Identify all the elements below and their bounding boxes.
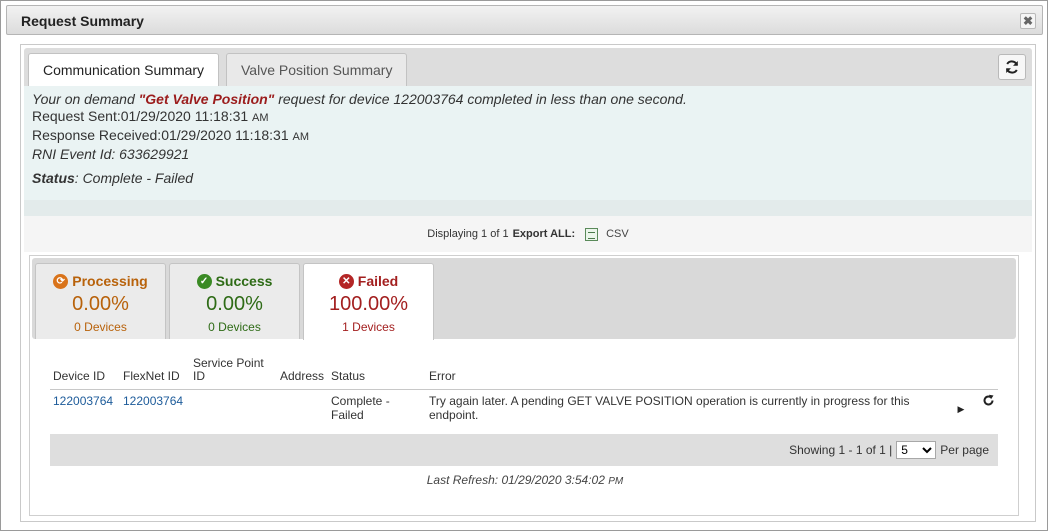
request-intro: Your on demand "Get Valve Position" requ… xyxy=(32,91,1024,108)
failed-label-row: ✕ Failed xyxy=(304,273,433,289)
csv-file-icon[interactable] xyxy=(585,227,599,241)
column-header-expand xyxy=(944,354,978,390)
last-refresh: Last Refresh: 01/29/2020 3:54:02 PM xyxy=(30,473,1020,487)
last-refresh-text: Last Refresh: 01/29/2020 3:54:02 xyxy=(426,473,605,487)
table-row: 122003764 122003764 Complete - Failed Tr… xyxy=(50,390,998,428)
per-page-select[interactable]: 5 xyxy=(896,441,937,459)
response-received-ampm: AM xyxy=(292,131,310,143)
request-summary-dialog: Request Summary ✖ Communication Summary … xyxy=(0,0,1048,531)
intro-text: Your on demand xyxy=(32,91,139,107)
success-label-row: ✓ Success xyxy=(170,273,299,289)
request-sent-label: Request Sent: xyxy=(32,108,121,124)
x-circle-icon: ✕ xyxy=(338,273,354,289)
request-sent-line: Request Sent:01/29/2020 11:18:31 AM xyxy=(32,108,1024,127)
tab-communication-summary[interactable]: Communication Summary xyxy=(28,53,220,88)
cell-service-point-id xyxy=(190,390,277,428)
column-header-status[interactable]: Status xyxy=(328,354,426,390)
tab-valve-position-summary[interactable]: Valve Position Summary xyxy=(226,53,408,87)
request-sent-ampm: AM xyxy=(252,112,269,124)
column-header-flexnet-id[interactable]: FlexNet ID xyxy=(120,354,190,390)
column-header-service-point-id[interactable]: Service Point ID xyxy=(190,354,277,390)
refresh-button[interactable] xyxy=(998,54,1026,80)
request-name: "Get Valve Position" xyxy=(138,91,275,107)
refresh-circle-icon: ⟳ xyxy=(53,273,69,289)
response-received-value: 01/29/2020 11:18:31 xyxy=(161,127,289,143)
csv-export-link[interactable]: CSV xyxy=(606,228,629,240)
processing-count: 0 Devices xyxy=(74,320,127,334)
status-tab-processing[interactable]: ⟳ Processing 0.00% 0 Devices xyxy=(35,263,166,339)
status-value: : Complete - Failed xyxy=(74,170,194,186)
processing-label: Processing xyxy=(72,273,148,289)
displaying-count: Displaying 1 of 1 xyxy=(427,228,509,240)
processing-label-row: ⟳ Processing xyxy=(36,273,165,289)
failed-percent: 100.00% xyxy=(329,293,408,315)
divider xyxy=(24,200,1032,216)
pagination-bar: Showing 1 - 1 of 1 | 5 Per page xyxy=(50,434,998,466)
check-circle-icon: ✓ xyxy=(196,273,212,289)
column-header-address[interactable]: Address xyxy=(277,354,328,390)
intro-text-end: request for device 122003764 completed i… xyxy=(274,91,687,107)
rni-event-id: RNI Event Id: 633629921 xyxy=(32,146,190,162)
dialog-content: Communication Summary Valve Position Sum… xyxy=(20,44,1036,522)
dialog-title: Request Summary xyxy=(21,13,144,29)
retry-cell xyxy=(978,390,998,428)
response-received-line: Response Received:01/29/2020 11:18:31 AM xyxy=(32,127,1024,146)
status-tab-failed[interactable]: ✕ Failed 100.00% 1 Devices xyxy=(303,263,434,340)
status-tab-success[interactable]: ✓ Success 0.00% 0 Devices xyxy=(169,263,300,339)
column-header-action xyxy=(978,354,998,390)
table-header-row: Device ID FlexNet ID Service Point ID Ad… xyxy=(50,354,998,390)
cell-address xyxy=(277,390,328,428)
cell-status: Complete - Failed xyxy=(331,394,390,422)
column-header-error[interactable]: Error xyxy=(426,354,944,390)
cell-flexnet-id[interactable]: 122003764 xyxy=(120,390,190,428)
column-header-device-id[interactable]: Device ID xyxy=(50,354,120,390)
dialog-titlebar: Request Summary ✖ xyxy=(6,5,1043,35)
processing-percent: 0.00% xyxy=(72,293,129,315)
per-page-label: Per page xyxy=(940,443,989,457)
expand-cell: ▶ xyxy=(944,390,978,428)
request-summary-panel: Your on demand "Get Valve Position" requ… xyxy=(24,86,1032,200)
export-bar: Displaying 1 of 1 Export ALL: CSV xyxy=(24,216,1032,252)
status-line: Status: Complete - Failed xyxy=(32,170,1024,187)
pagination-summary: Showing 1 - 1 of 1 | xyxy=(789,443,893,457)
success-count: 0 Devices xyxy=(208,320,261,334)
response-received-label: Response Received: xyxy=(32,127,162,143)
last-refresh-ampm: PM xyxy=(608,476,624,487)
refresh-icon xyxy=(1006,60,1018,74)
status-label: Status xyxy=(32,170,75,186)
success-label: Success xyxy=(215,273,273,289)
cell-error: Try again later. A pending GET VALVE POS… xyxy=(429,394,910,422)
device-status-panel: ⟳ Processing 0.00% 0 Devices ✓ Success 0… xyxy=(29,255,1019,516)
tab-bar: Communication Summary Valve Position Sum… xyxy=(24,48,1032,88)
status-tab-bar: ⟳ Processing 0.00% 0 Devices ✓ Success 0… xyxy=(32,258,1016,340)
device-table: Device ID FlexNet ID Service Point ID Ad… xyxy=(50,354,998,427)
failed-label: Failed xyxy=(357,273,399,289)
request-sent-value: 01/29/2020 11:18:31 xyxy=(120,108,249,124)
failed-count: 1 Devices xyxy=(342,320,395,334)
retry-icon[interactable] xyxy=(982,394,995,407)
cell-device-id[interactable]: 122003764 xyxy=(50,390,120,428)
expand-arrow-icon[interactable]: ▶ xyxy=(958,404,965,414)
success-percent: 0.00% xyxy=(206,293,263,315)
close-icon[interactable]: ✖ xyxy=(1020,13,1036,29)
export-all-label: Export ALL: xyxy=(512,228,576,240)
